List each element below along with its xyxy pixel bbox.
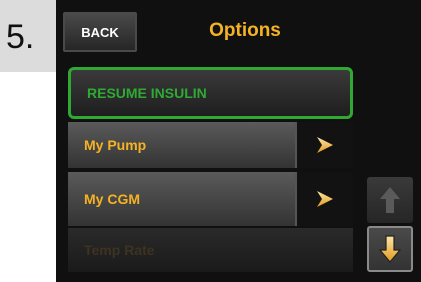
- menu-item-resume-insulin[interactable]: RESUME INSULIN: [68, 67, 353, 119]
- scroll-up-button[interactable]: [367, 177, 413, 223]
- my-cgm-arrow-button[interactable]: [295, 172, 353, 226]
- step-tab: 5.: [0, 0, 56, 72]
- menu-item-label: My CGM: [84, 191, 140, 207]
- arrow-down-icon: [379, 235, 401, 263]
- menu-item-my-cgm[interactable]: My CGM: [68, 172, 353, 226]
- menu-item-my-pump[interactable]: My Pump: [68, 122, 353, 168]
- back-button[interactable]: BACK: [63, 12, 137, 52]
- menu-item-label: Temp Rate: [84, 242, 155, 258]
- arrow-up-icon: [380, 187, 400, 213]
- chevron-right-icon: [317, 137, 333, 153]
- step-number: 5.: [6, 18, 35, 56]
- menu-item-label: My Pump: [84, 137, 147, 153]
- my-pump-arrow-button[interactable]: [295, 122, 353, 168]
- page-title: Options: [209, 20, 281, 41]
- menu-item-label: RESUME INSULIN: [87, 85, 207, 101]
- scroll-down-button[interactable]: [367, 226, 413, 272]
- menu-item-temp-rate: Temp Rate: [68, 228, 353, 272]
- chevron-right-icon: [317, 191, 333, 207]
